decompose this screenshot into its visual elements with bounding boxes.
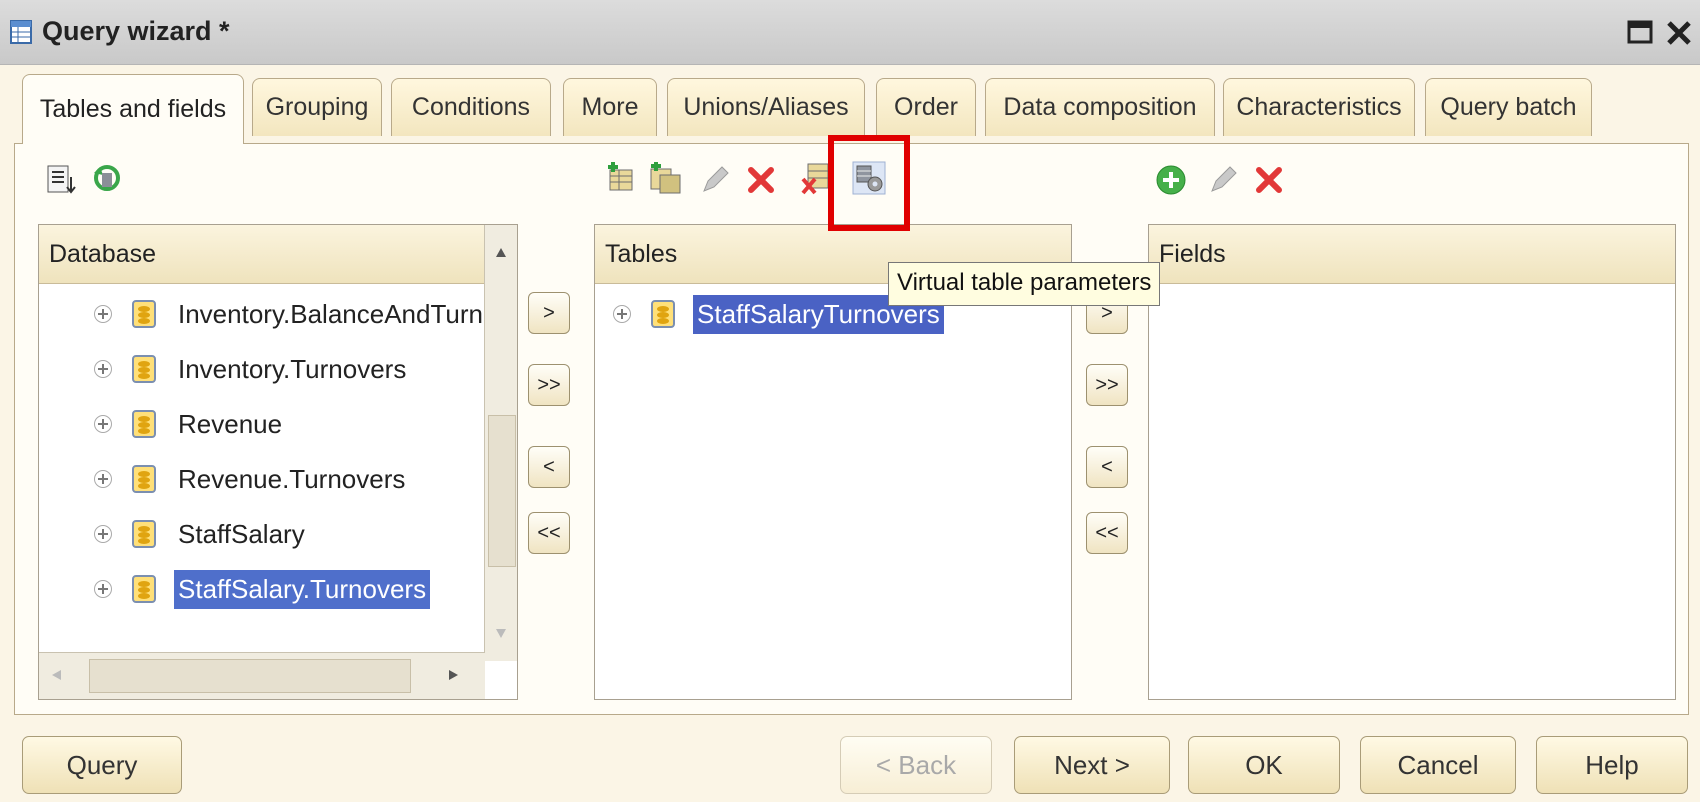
tree-item-label: Revenue — [178, 408, 283, 439]
tab-data-composition[interactable]: Data composition — [985, 78, 1215, 136]
tab-more[interactable]: More — [563, 78, 657, 136]
highlight-annotation — [828, 135, 910, 231]
edit-field-pencil-icon[interactable] — [1206, 163, 1240, 197]
tree-item[interactable]: StaffSalary — [94, 511, 309, 557]
tooltip: Virtual table parameters — [888, 262, 1161, 306]
tree-item[interactable]: Inventory.BalanceAndTurno — [94, 291, 501, 337]
register-icon — [132, 520, 156, 548]
query-wizard-window: Query wizard * Tables and fields Groupin… — [0, 0, 1700, 802]
tree-item-label: StaffSalary — [178, 518, 305, 549]
delete-field-icon[interactable] — [1252, 163, 1286, 197]
add-all-tables-button[interactable]: >> — [528, 364, 570, 406]
add-all-fields-button[interactable]: >> — [1086, 364, 1128, 406]
add-table-button[interactable]: > — [528, 292, 570, 334]
ok-button[interactable]: OK — [1188, 736, 1340, 794]
expand-icon[interactable] — [94, 525, 112, 543]
scroll-up-icon[interactable] — [493, 245, 509, 261]
tree-item-selected[interactable]: StaffSalary.Turnovers — [94, 566, 431, 612]
register-icon — [132, 300, 156, 328]
delete-icon[interactable] — [744, 163, 778, 197]
fields-panel-header: Fields — [1149, 225, 1675, 284]
register-icon — [132, 410, 156, 438]
remove-all-fields-button[interactable]: << — [1086, 512, 1128, 554]
scroll-thumb[interactable] — [89, 659, 411, 693]
horizontal-scrollbar[interactable] — [39, 652, 485, 699]
tab-grouping[interactable]: Grouping — [252, 78, 382, 136]
expand-icon[interactable] — [94, 470, 112, 488]
tree-item-label: Revenue.Turnovers — [178, 463, 406, 494]
refresh-structure-icon[interactable] — [90, 161, 124, 195]
tree-item-label: Inventory.Turnovers — [178, 353, 407, 384]
scroll-thumb[interactable] — [488, 415, 516, 567]
expand-icon[interactable] — [613, 305, 631, 323]
close-icon[interactable] — [1664, 18, 1694, 48]
scroll-right-icon[interactable] — [445, 667, 461, 683]
tab-characteristics[interactable]: Characteristics — [1223, 78, 1415, 136]
tree-item[interactable]: Revenue.Turnovers — [94, 456, 409, 502]
window-title: Query wizard * — [42, 16, 230, 46]
next-button[interactable]: Next > — [1014, 736, 1170, 794]
register-icon — [132, 355, 156, 383]
back-button[interactable]: < Back — [840, 736, 992, 794]
add-table-icon[interactable] — [604, 161, 638, 195]
tree-item-label: StaffSalary.Turnovers — [174, 569, 431, 609]
query-source-icon[interactable] — [44, 163, 78, 197]
remove-all-tables-button[interactable]: << — [528, 512, 570, 554]
add-field-icon[interactable] — [1154, 163, 1188, 197]
edit-pencil-icon[interactable] — [698, 163, 732, 197]
tab-order[interactable]: Order — [876, 78, 976, 136]
fields-panel: Fields — [1148, 224, 1676, 700]
tab-query-batch[interactable]: Query batch — [1425, 78, 1592, 136]
query-button[interactable]: Query — [22, 736, 182, 794]
register-icon — [132, 465, 156, 493]
remove-table-button[interactable]: < — [528, 446, 570, 488]
expand-icon[interactable] — [94, 305, 112, 323]
tree-item[interactable]: Revenue — [94, 401, 286, 447]
expand-icon[interactable] — [94, 360, 112, 378]
tab-tables-and-fields[interactable]: Tables and fields — [22, 74, 244, 144]
scroll-down-icon[interactable] — [493, 625, 509, 641]
tab-conditions[interactable]: Conditions — [391, 78, 551, 136]
table-icon — [10, 20, 32, 44]
expand-icon[interactable] — [94, 415, 112, 433]
help-button[interactable]: Help — [1536, 736, 1688, 794]
expand-icon[interactable] — [94, 580, 112, 598]
cancel-button[interactable]: Cancel — [1360, 736, 1516, 794]
tree-item[interactable]: Inventory.Turnovers — [94, 346, 410, 392]
tree-item-label: Inventory.BalanceAndTurno — [178, 298, 498, 329]
add-nested-table-icon[interactable] — [648, 161, 682, 195]
tab-bar: Tables and fields Grouping Conditions Mo… — [0, 64, 1700, 146]
register-icon — [651, 300, 675, 328]
remove-field-button[interactable]: < — [1086, 446, 1128, 488]
maximize-icon[interactable] — [1626, 18, 1656, 48]
vertical-scrollbar[interactable] — [484, 225, 517, 661]
title-bar: Query wizard * — [0, 0, 1700, 65]
register-icon — [132, 575, 156, 603]
scroll-left-icon[interactable] — [49, 667, 65, 683]
tab-unions-aliases[interactable]: Unions/Aliases — [667, 78, 865, 136]
database-panel: Database Inventory.BalanceAndTurno Inven… — [38, 224, 518, 700]
database-panel-header: Database — [39, 225, 485, 284]
